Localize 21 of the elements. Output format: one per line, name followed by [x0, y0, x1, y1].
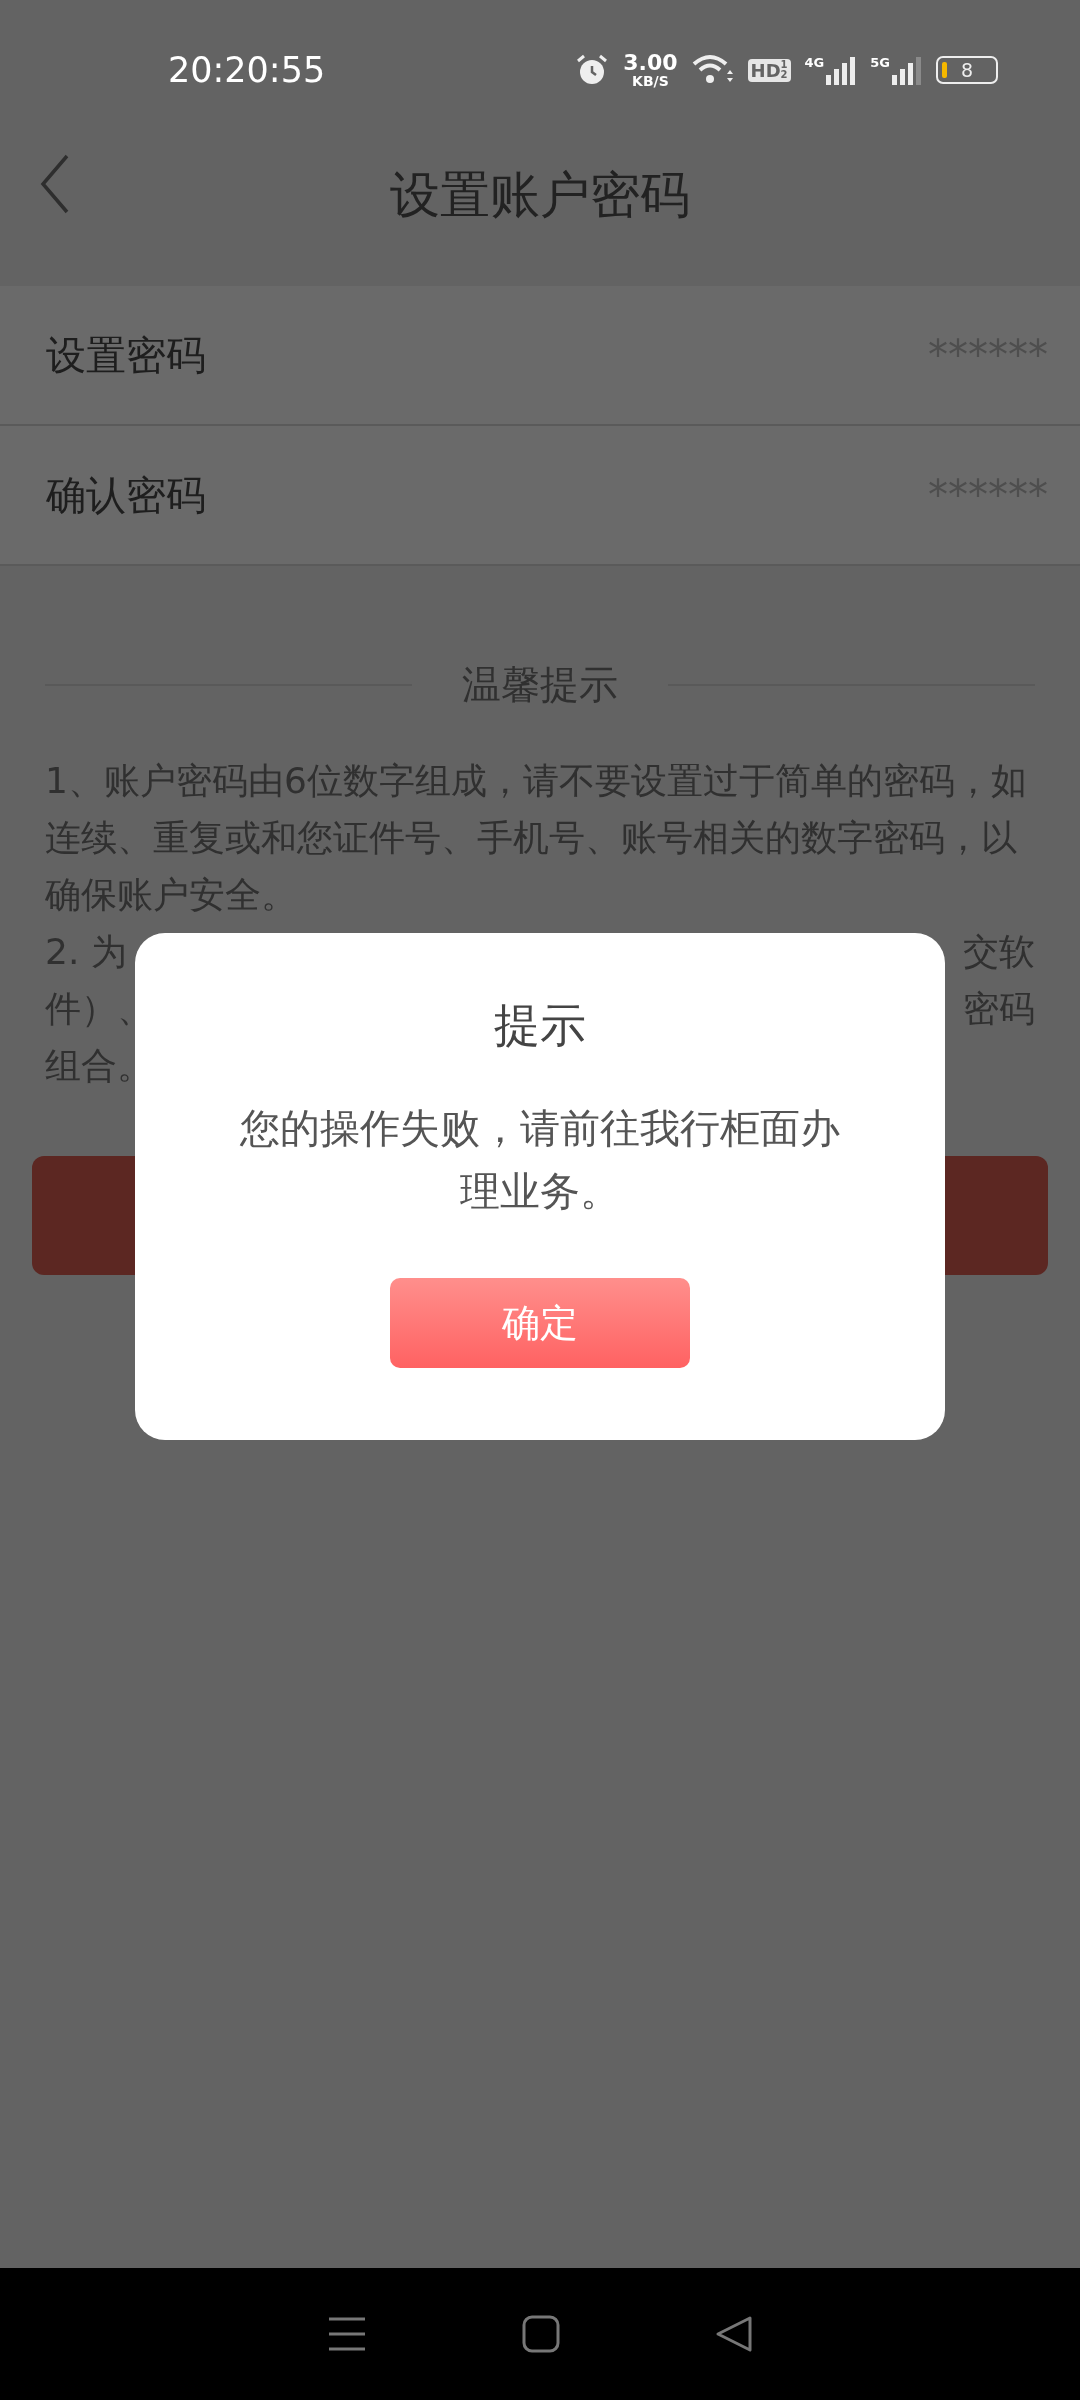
back-icon[interactable]: [714, 2315, 753, 2353]
confirm-button[interactable]: 确定: [390, 1278, 690, 1368]
network-label: 5G: [870, 55, 890, 70]
password-field[interactable]: ******: [748, 332, 1048, 378]
network-label: 4G: [804, 55, 825, 70]
page-title: 设置账户密码: [390, 165, 690, 226]
password-field[interactable]: ******: [748, 472, 1048, 518]
back-icon[interactable]: [40, 154, 70, 214]
dialog-title: 提示: [494, 997, 586, 1054]
dialog-message: 您的操作失败，请前往我行柜面办理业务。: [239, 1104, 841, 1216]
signal-icon: [826, 55, 857, 85]
signal-icon: [892, 55, 922, 85]
field-label: 设置密码: [46, 330, 206, 380]
wifi-icon: [691, 54, 734, 86]
menu-icon[interactable]: [327, 2316, 368, 2352]
battery-icon: 8: [936, 56, 998, 84]
home-icon[interactable]: [522, 2315, 560, 2353]
alarm-icon: [575, 54, 610, 86]
network-speed: 3.00 KB/S: [623, 52, 678, 88]
field-label: 确认密码: [46, 470, 206, 520]
status-time: 20:20:55: [168, 50, 326, 90]
